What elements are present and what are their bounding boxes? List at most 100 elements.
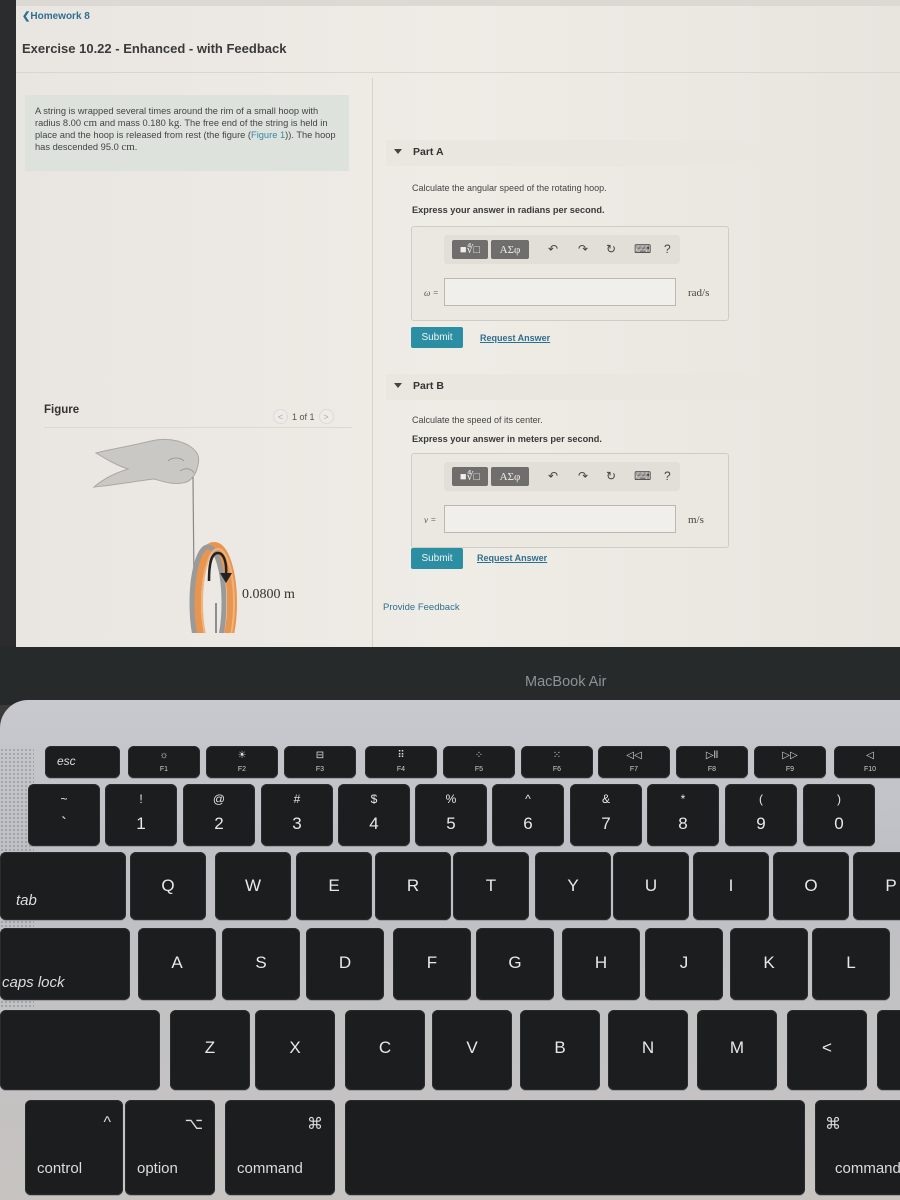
key-space[interactable] <box>345 1100 805 1195</box>
key-esc[interactable]: esc <box>45 746 120 778</box>
key-0[interactable]: ) 0 <box>803 784 875 846</box>
keyboard-icon[interactable]: ⌨ <box>634 242 651 256</box>
part-a-request-answer-link[interactable]: Request Answer <box>480 333 550 343</box>
key-w[interactable]: W <box>215 852 291 920</box>
key-g[interactable]: G <box>476 928 554 1000</box>
keyboard-icon[interactable]: ⌨ <box>634 469 651 483</box>
key-n[interactable]: N <box>608 1010 688 1090</box>
key-5[interactable]: % 5 <box>415 784 487 846</box>
key-3[interactable]: #3 <box>261 784 333 846</box>
key-r[interactable]: R <box>375 852 451 920</box>
key-label: L <box>846 953 856 972</box>
key-shift-left[interactable] <box>0 1010 160 1090</box>
key-fn-label: F5 <box>474 766 484 773</box>
v-label: v = <box>424 515 437 525</box>
key-q[interactable]: Q <box>130 852 206 920</box>
key-shift-label: @ <box>212 792 226 806</box>
key-tab[interactable]: tab <box>0 852 126 920</box>
key-m[interactable]: M <box>697 1010 777 1090</box>
key-f2[interactable]: ☀ F2 <box>206 746 278 778</box>
key-2[interactable]: @2 <box>183 784 255 846</box>
key-t[interactable]: T <box>453 852 529 920</box>
redo-icon[interactable]: ↷ <box>578 242 588 256</box>
key-v[interactable]: V <box>432 1010 512 1090</box>
key-f9[interactable]: ▷▷ F9 <box>754 746 826 778</box>
key-icon: ☀ <box>237 750 247 761</box>
key-k[interactable]: K <box>730 928 808 1000</box>
provide-feedback-link[interactable]: Provide Feedback <box>383 602 460 613</box>
key-option[interactable]: ⌥ option <box>125 1100 215 1195</box>
part-b-unit: m/s <box>688 514 704 526</box>
omega-answer-input[interactable] <box>444 278 676 306</box>
figure-page-indicator: 1 of 1 <box>292 411 315 422</box>
templates-button[interactable]: ■∜□ <box>452 240 488 259</box>
hoop <box>189 542 237 633</box>
key-1[interactable]: ! 1 <box>105 784 177 846</box>
radius-label: 0.0800 m <box>242 587 295 602</box>
screen-bottom-bezel <box>0 647 900 705</box>
key-p[interactable]: P <box>853 852 900 920</box>
figure-link[interactable]: Figure 1 <box>251 130 285 140</box>
figure-prev-button[interactable]: < <box>273 409 288 424</box>
key-b[interactable]: B <box>520 1010 600 1090</box>
key-command-right[interactable]: ⌘ command <box>815 1100 900 1195</box>
key-o[interactable]: O <box>773 852 849 920</box>
key-h[interactable]: H <box>562 928 640 1000</box>
reset-icon[interactable]: ↻ <box>606 242 616 256</box>
key-f4[interactable]: ⠿ F4 <box>365 746 437 778</box>
part-b-request-answer-link[interactable]: Request Answer <box>477 553 547 563</box>
key-comma[interactable]: < <box>787 1010 867 1090</box>
part-a-submit-button[interactable]: Submit <box>411 327 463 348</box>
key-i[interactable]: I <box>693 852 769 920</box>
key-f6[interactable]: ⁙ F6 <box>521 746 593 778</box>
collapse-triangle-icon <box>394 383 402 388</box>
back-to-homework-link[interactable]: ❮Homework 8 <box>22 11 90 22</box>
key-a[interactable]: A <box>138 928 216 1000</box>
key-9[interactable]: (9 <box>725 784 797 846</box>
key-u[interactable]: U <box>613 852 689 920</box>
figure-title: Figure <box>44 404 80 416</box>
figure-next-button[interactable]: > <box>318 409 334 424</box>
key-d[interactable]: D <box>306 928 384 1000</box>
key-j[interactable]: J <box>645 928 723 1000</box>
greek-symbols-button[interactable]: ΑΣφ <box>491 467 529 486</box>
key-6[interactable]: ^ 6 <box>492 784 564 846</box>
key-4[interactable]: $4 <box>338 784 410 846</box>
key-command[interactable]: ⌘ command <box>225 1100 335 1195</box>
key-caps-lock[interactable]: caps lock <box>0 928 130 1000</box>
key-s[interactable]: S <box>222 928 300 1000</box>
help-icon[interactable]: ? <box>664 242 671 256</box>
key-control[interactable]: ^ control <box>25 1100 123 1195</box>
redo-icon[interactable]: ↷ <box>578 469 588 483</box>
key-period[interactable] <box>877 1010 900 1090</box>
key-icon: ▷▷ <box>782 750 798 761</box>
key-e[interactable]: E <box>296 852 372 920</box>
undo-icon[interactable]: ↶ <box>548 242 558 256</box>
key-f1[interactable]: ☼ F1 <box>128 746 200 778</box>
v-answer-input[interactable] <box>444 505 676 533</box>
templates-button[interactable]: ■∜□ <box>452 467 488 486</box>
key-7[interactable]: & 7 <box>570 784 642 846</box>
key-z[interactable]: Z <box>170 1010 250 1090</box>
key-l[interactable]: L <box>812 928 890 1000</box>
undo-icon[interactable]: ↶ <box>548 469 558 483</box>
help-icon[interactable]: ? <box>664 469 671 483</box>
key-icon: ▷ll <box>705 750 719 761</box>
part-b-header[interactable]: Part B <box>386 374 806 400</box>
key-f7[interactable]: ◁◁ F7 <box>598 746 670 778</box>
greek-symbols-button[interactable]: ΑΣφ <box>491 240 529 259</box>
key-f[interactable]: F <box>393 928 471 1000</box>
part-a-header[interactable]: Part A <box>386 140 806 166</box>
key-c[interactable]: C <box>345 1010 425 1090</box>
key-f8[interactable]: ▷ll F8 <box>676 746 748 778</box>
key-f3[interactable]: ⊟ F3 <box>284 746 356 778</box>
key-8[interactable]: * 8 <box>647 784 719 846</box>
key-f10[interactable]: ◁ F10 <box>834 746 900 778</box>
key-f5[interactable]: ⁘ F5 <box>443 746 515 778</box>
key-y[interactable]: Y <box>535 852 611 920</box>
key-shift-label: % <box>445 792 457 806</box>
key-x[interactable]: X <box>255 1010 335 1090</box>
part-b-submit-button[interactable]: Submit <box>411 548 463 569</box>
key-`[interactable]: ~ ` <box>28 784 100 846</box>
reset-icon[interactable]: ↻ <box>606 469 616 483</box>
